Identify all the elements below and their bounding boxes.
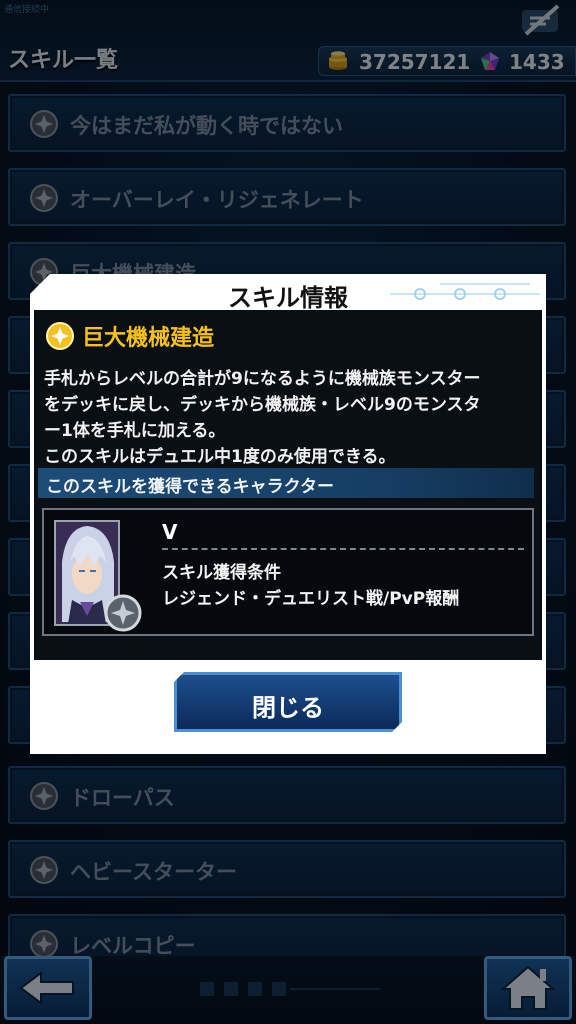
dialog-body: 巨大機械建造 手札からレベルの合計が9になるように機械族モンスター をデッキに戻… bbox=[34, 310, 542, 660]
skill-list-screen: 通信接続中 スキル一覧 37257121 1433 今はまだ私が動く時ではない … bbox=[0, 0, 576, 1024]
character-name: V bbox=[162, 520, 178, 544]
skill-description-line: 手札からレベルの合計が9になるように機械族モンスター bbox=[44, 369, 481, 389]
close-button-label: 閉じる bbox=[252, 694, 324, 722]
skill-star-icon bbox=[46, 322, 74, 350]
dialog-title: スキル情報 bbox=[228, 284, 348, 312]
skill-name: 巨大機械建造 bbox=[82, 326, 215, 351]
dialog-header: スキル情報 bbox=[30, 274, 546, 312]
character-card: V スキル獲得条件 レジェンド・デュエリスト戦/PvP報酬 bbox=[42, 508, 534, 636]
skill-info-dialog: スキル情報 巨大機械建造 手札からレベルの合計が9になるように機械族モンスター … bbox=[30, 274, 546, 754]
obtain-section-header: このスキルを獲得できるキャラクター bbox=[38, 468, 534, 498]
divider bbox=[162, 548, 524, 550]
obtain-condition-label: スキル獲得条件 bbox=[162, 563, 281, 583]
skill-description-line: をデッキに戻し、デッキから機械族・レベル9のモンスタ bbox=[44, 395, 481, 415]
skill-description-line: このスキルはデュエル中1度のみ使用できる。 bbox=[44, 447, 396, 467]
close-button[interactable]: 閉じる bbox=[174, 672, 402, 732]
obtain-condition-value: レジェンド・デュエリスト戦/PvP報酬 bbox=[162, 589, 460, 609]
skill-description-line: ー1体を手札に加える。 bbox=[44, 421, 226, 441]
obtain-section-label: このスキルを獲得できるキャラクター bbox=[46, 477, 334, 497]
character-badge-icon bbox=[104, 594, 142, 632]
